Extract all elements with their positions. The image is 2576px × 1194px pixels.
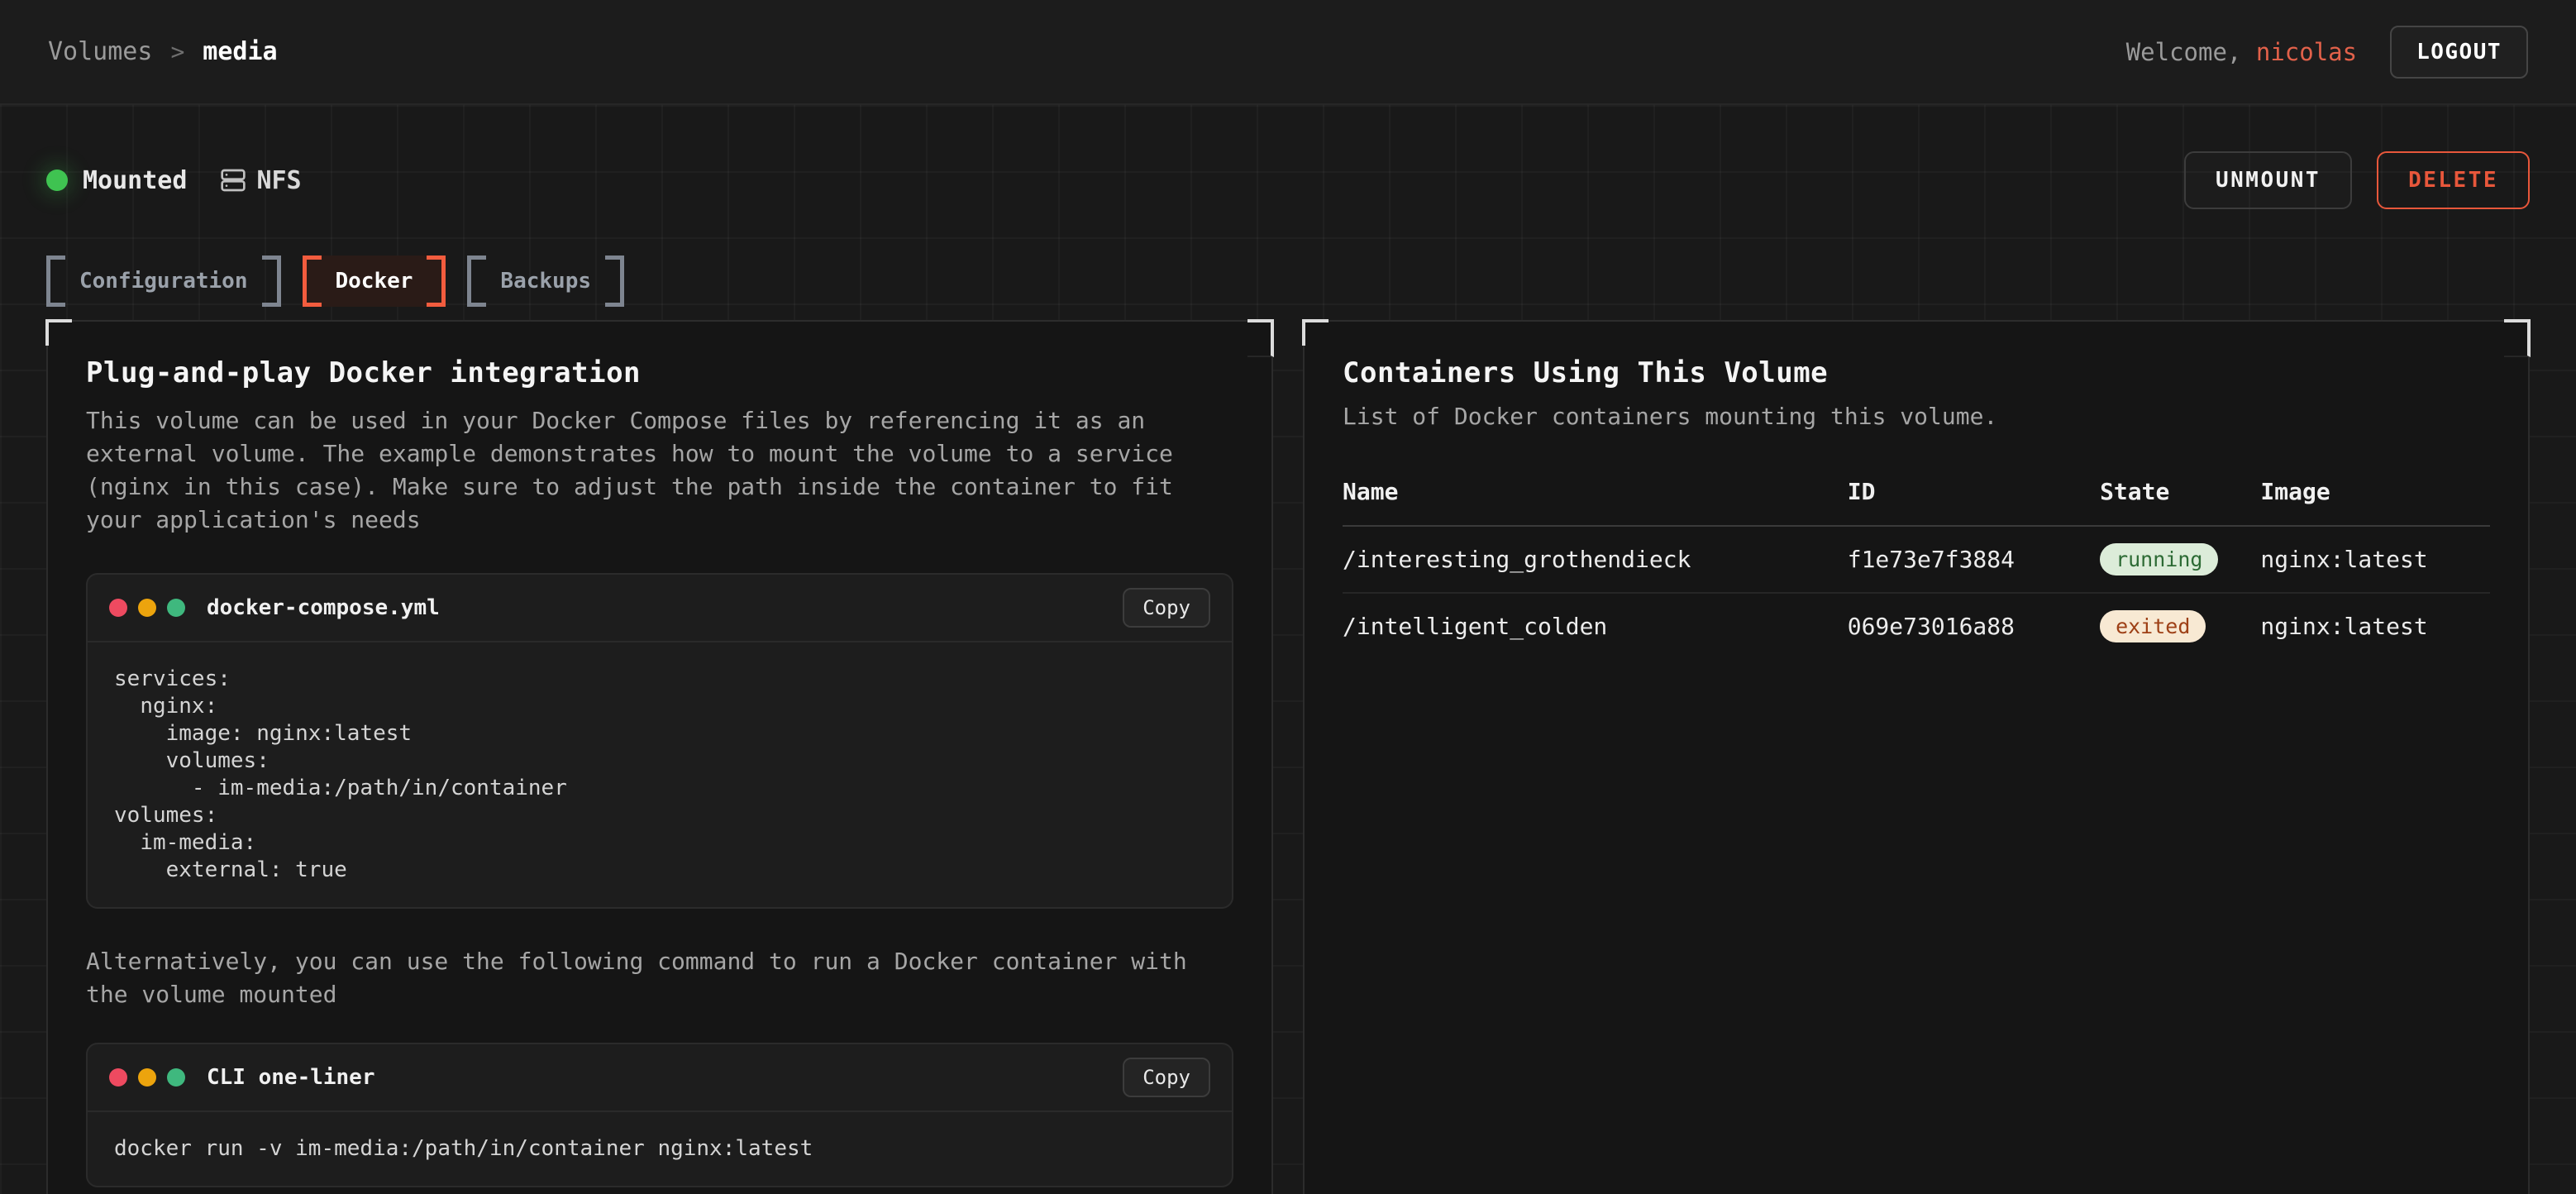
delete-button[interactable]: DELETE xyxy=(2377,151,2530,209)
window-dots xyxy=(109,1068,185,1087)
header-right: Welcome, nicolas LOGOUT xyxy=(2126,26,2528,79)
docker-panel-title: Plug-and-play Docker integration xyxy=(86,356,1233,389)
panel-row: Plug-and-play Docker integration This vo… xyxy=(46,320,2530,1194)
column-header-image: Image xyxy=(2260,478,2490,505)
panel-corner-icon xyxy=(45,319,72,346)
top-bar: Volumes > media Welcome, nicolas LOGOUT xyxy=(0,0,2576,105)
container-state: exited xyxy=(2100,610,2260,642)
containers-table: Name ID State Image /interesting_grothen… xyxy=(1343,478,2490,659)
logout-button[interactable]: LOGOUT xyxy=(2390,26,2528,79)
welcome-prefix: Welcome, xyxy=(2126,38,2256,66)
container-name: /intelligent_colden xyxy=(1343,613,1848,640)
tab-backups[interactable]: Backups xyxy=(467,256,624,307)
cli-filename: CLI one-liner xyxy=(207,1065,1123,1090)
window-dot-amber-icon xyxy=(138,1068,156,1087)
container-name: /interesting_grothendieck xyxy=(1343,546,1848,573)
tab-configuration[interactable]: Configuration xyxy=(46,256,281,307)
containers-table-header: Name ID State Image xyxy=(1343,478,2490,527)
containers-panel-subtitle: List of Docker containers mounting this … xyxy=(1343,403,2490,430)
mounted-status-dot-icon xyxy=(46,170,68,191)
compose-code-content: services: nginx: image: nginx:latest vol… xyxy=(88,642,1232,907)
compose-code-block: docker-compose.yml Copy services: nginx:… xyxy=(86,573,1233,909)
compose-copy-button[interactable]: Copy xyxy=(1123,588,1210,628)
window-dots xyxy=(109,599,185,617)
welcome-text: Welcome, nicolas xyxy=(2126,38,2357,66)
compose-filename: docker-compose.yml xyxy=(207,595,1123,620)
window-dot-red-icon xyxy=(109,599,127,617)
breadcrumb: Volumes > media xyxy=(48,37,278,66)
panel-corner-icon xyxy=(2504,319,2531,357)
server-icon xyxy=(220,167,246,193)
tab-docker[interactable]: Docker xyxy=(303,256,446,307)
cli-code-content: docker run -v im-media:/path/in/containe… xyxy=(88,1112,1232,1186)
container-id: f1e73e7f3884 xyxy=(1848,546,2100,573)
panel-corner-icon xyxy=(1302,319,1329,346)
tab-bar: Configuration Docker Backups xyxy=(46,256,2530,307)
table-row: /interesting_grothendieck f1e73e7f3884 r… xyxy=(1343,527,2490,594)
docker-integration-panel: Plug-and-play Docker integration This vo… xyxy=(46,320,1273,1194)
column-header-id: ID xyxy=(1848,478,2100,505)
mounted-status-label: Mounted xyxy=(83,166,187,195)
containers-panel: Containers Using This Volume List of Doc… xyxy=(1303,320,2530,1194)
status-row: Mounted NFS UNMOUNT DELETE xyxy=(46,105,2530,209)
compose-code-header: docker-compose.yml Copy xyxy=(88,575,1232,642)
container-image: nginx:latest xyxy=(2260,546,2490,573)
breadcrumb-volumes-link[interactable]: Volumes xyxy=(48,37,152,66)
volume-actions: UNMOUNT DELETE xyxy=(2184,151,2530,209)
table-row: /intelligent_colden 069e73016a88 exited … xyxy=(1343,594,2490,659)
main-content: Mounted NFS UNMOUNT DELETE Configuration… xyxy=(0,105,2576,1194)
column-header-name: Name xyxy=(1343,478,1848,505)
column-header-state: State xyxy=(2100,478,2260,505)
driver-label: NFS xyxy=(256,166,301,195)
username: nicolas xyxy=(2256,38,2357,66)
volume-status: Mounted NFS xyxy=(46,166,302,195)
status-badge: running xyxy=(2100,543,2218,576)
breadcrumb-separator-icon: > xyxy=(170,38,184,65)
cli-code-block: CLI one-liner Copy docker run -v im-medi… xyxy=(86,1043,1233,1187)
containers-panel-title: Containers Using This Volume xyxy=(1343,356,2490,389)
docker-panel-description: This volume can be used in your Docker C… xyxy=(86,404,1198,537)
container-id: 069e73016a88 xyxy=(1848,613,2100,640)
window-dot-green-icon xyxy=(167,599,185,617)
volume-driver: NFS xyxy=(220,166,301,195)
container-state: running xyxy=(2100,543,2260,576)
cli-intro-text: Alternatively, you can use the following… xyxy=(86,945,1198,1011)
unmount-button[interactable]: UNMOUNT xyxy=(2184,151,2352,209)
status-badge: exited xyxy=(2100,610,2206,642)
cli-copy-button[interactable]: Copy xyxy=(1123,1058,1210,1097)
window-dot-red-icon xyxy=(109,1068,127,1087)
panel-corner-icon xyxy=(1247,319,1274,357)
cli-code-header: CLI one-liner Copy xyxy=(88,1044,1232,1112)
window-dot-green-icon xyxy=(167,1068,185,1087)
window-dot-amber-icon xyxy=(138,599,156,617)
breadcrumb-current-volume: media xyxy=(203,37,277,66)
container-image: nginx:latest xyxy=(2260,613,2490,640)
